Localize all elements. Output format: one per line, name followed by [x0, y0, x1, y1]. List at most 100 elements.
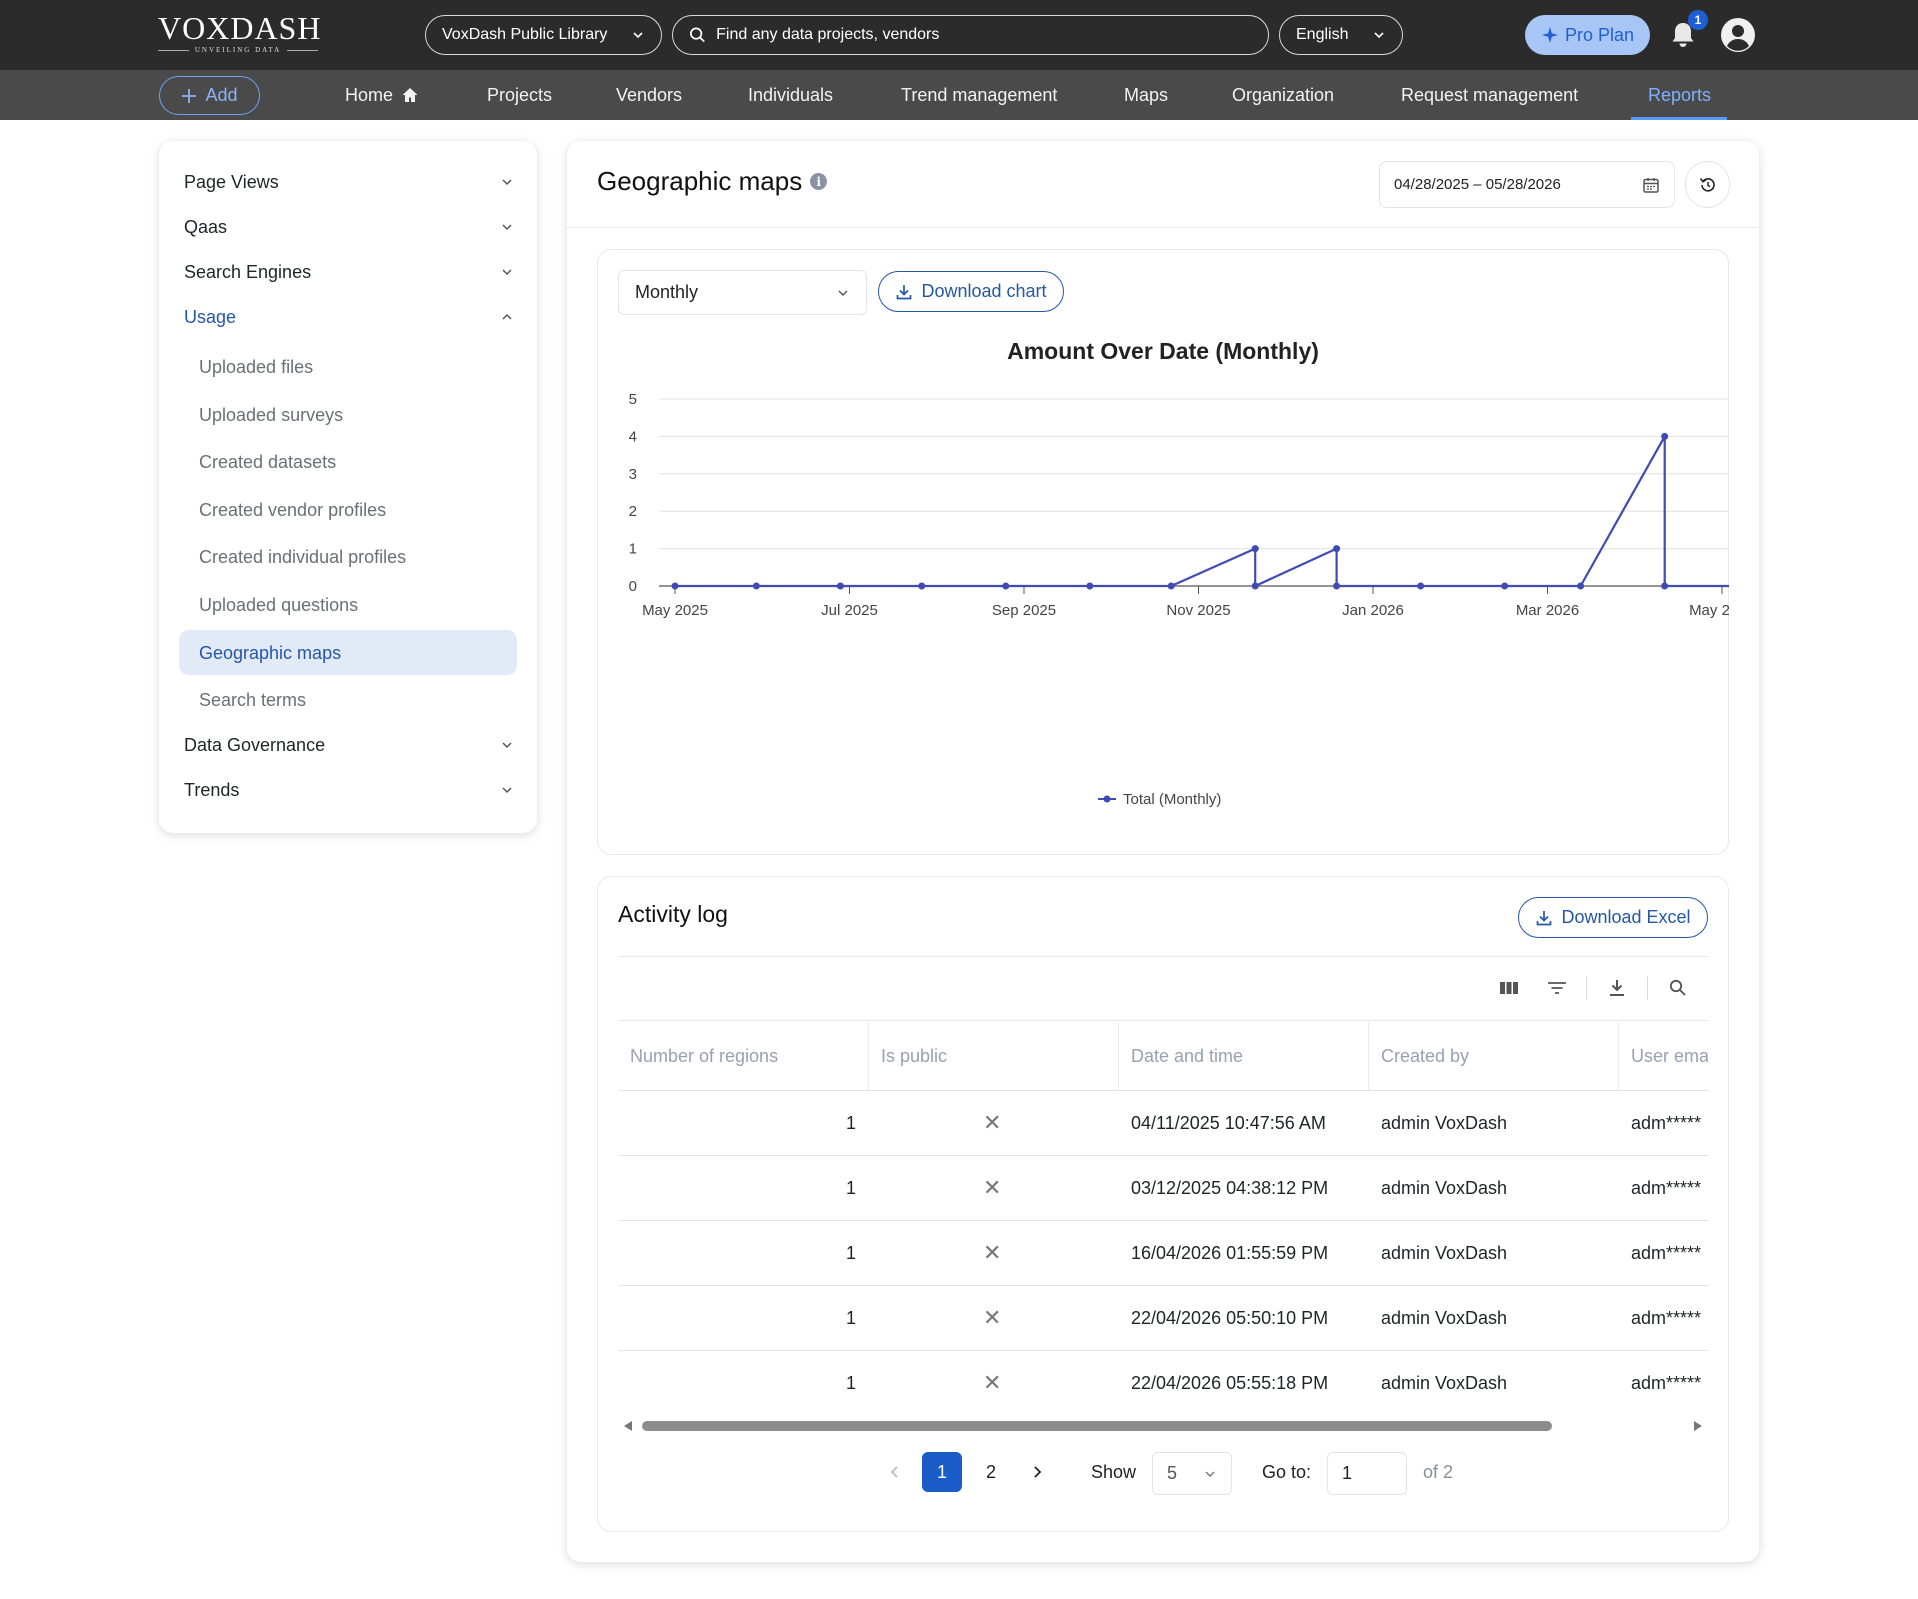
nav-maps[interactable]: Maps: [1124, 70, 1168, 120]
pro-plan-button[interactable]: Pro Plan: [1525, 15, 1650, 55]
export-icon[interactable]: [1604, 975, 1630, 1001]
data-point: [1333, 545, 1341, 553]
chart-legend[interactable]: Total (Monthly): [1098, 791, 1221, 808]
chart-title: Amount Over Date (Monthly): [1007, 338, 1319, 364]
col-header-created-by[interactable]: Created by: [1368, 1022, 1618, 1090]
reset-date-button[interactable]: [1685, 161, 1730, 208]
header-divider: [567, 227, 1759, 228]
table-row[interactable]: 1 ✕ 04/11/2025 10:47:56 AM admin VoxDash…: [618, 1090, 1708, 1155]
chart-grid: [659, 398, 1729, 587]
nav-vendors[interactable]: Vendors: [616, 70, 682, 120]
nav-trend-management[interactable]: Trend management: [901, 70, 1057, 120]
cell-regions: 1: [845, 1372, 856, 1393]
data-point: [752, 582, 760, 590]
main-nav: Add Home Projects Vendors Individuals Tr…: [0, 70, 1918, 120]
cell-datetime: 03/12/2025 04:38:12 PM: [1131, 1177, 1329, 1198]
goto-page-input[interactable]: [1342, 1463, 1392, 1484]
table-horizontal-scrollbar[interactable]: [618, 1418, 1708, 1434]
data-point: [1501, 582, 1509, 590]
data-point: [1251, 582, 1259, 590]
nav-organization[interactable]: Organization: [1232, 70, 1334, 120]
page-size-select[interactable]: 5: [1152, 1452, 1232, 1495]
sidebar-item-search-terms[interactable]: Search terms: [199, 685, 306, 715]
data-point: [1661, 432, 1669, 440]
date-range-value: 04/28/2025 – 05/28/2026: [1394, 176, 1561, 193]
logo[interactable]: VOXDASH UNVEILING DATA: [158, 10, 322, 58]
sidebar-section-qaas[interactable]: Qaas: [184, 212, 514, 242]
add-button[interactable]: Add: [159, 76, 260, 115]
global-search[interactable]: [672, 15, 1269, 55]
col-header-date-and-time[interactable]: Date and time: [1118, 1022, 1368, 1090]
columns-icon[interactable]: [1496, 975, 1522, 1001]
nav-individuals[interactable]: Individuals: [748, 70, 833, 120]
search-input[interactable]: [716, 26, 1252, 44]
toolbar-divider: [1647, 976, 1648, 1000]
page-button-2[interactable]: 2: [980, 1452, 1002, 1492]
sidebar-item-uploaded-files[interactable]: Uploaded files: [199, 352, 313, 382]
goto-page-field[interactable]: [1327, 1452, 1407, 1495]
chevron-down-icon: [502, 269, 512, 276]
date-range-picker[interactable]: 04/28/2025 – 05/28/2026: [1379, 161, 1675, 208]
library-select[interactable]: VoxDash Public Library: [425, 15, 662, 55]
chevron-down-icon: [838, 289, 848, 296]
sidebar-item-created-datasets[interactable]: Created datasets: [199, 447, 336, 477]
sidebar-item-uploaded-questions[interactable]: Uploaded questions: [199, 590, 358, 620]
pro-plan-label: Pro Plan: [1564, 24, 1635, 45]
sidebar-item-uploaded-surveys[interactable]: Uploaded surveys: [199, 400, 343, 430]
user-avatar-icon[interactable]: [1720, 17, 1756, 53]
sidebar-item-geographic-maps[interactable]: Geographic maps: [199, 638, 341, 668]
table-row[interactable]: 1 ✕ 03/12/2025 04:38:12 PM admin VoxDash…: [618, 1155, 1708, 1220]
notification-badge: 1: [1688, 10, 1708, 30]
scroll-left-arrow-icon[interactable]: [624, 1421, 632, 1431]
logo-text: VOXDASH: [158, 10, 322, 46]
table-row[interactable]: 1 ✕ 22/04/2026 05:55:18 PM admin VoxDash…: [618, 1350, 1708, 1415]
not-public-x-icon: ✕: [983, 1370, 1002, 1395]
x-tick-label: May 2026: [1689, 602, 1729, 619]
sidebar-section-page-views[interactable]: Page Views: [184, 167, 514, 197]
col-header-number-of-regions[interactable]: Number of regions: [618, 1022, 868, 1090]
table-row[interactable]: 1 ✕ 22/04/2026 05:50:10 PM admin VoxDash…: [618, 1285, 1708, 1350]
sidebar-section-trends[interactable]: Trends: [184, 775, 514, 805]
info-icon[interactable]: i: [810, 173, 828, 190]
download-excel-button[interactable]: Download Excel: [1518, 897, 1708, 938]
chevron-down-icon: [502, 224, 512, 231]
scroll-right-arrow-icon[interactable]: [1694, 1421, 1702, 1431]
toolbar-divider-line: [618, 1020, 1708, 1021]
nav-projects[interactable]: Projects: [487, 70, 552, 120]
total-pages-label: of 2: [1423, 1461, 1454, 1482]
language-select[interactable]: English: [1279, 15, 1403, 55]
nav-home[interactable]: Home: [345, 70, 419, 120]
y-tick-label: 2: [629, 503, 637, 520]
nav-reports[interactable]: Reports: [1648, 70, 1711, 120]
sidebar-section-usage[interactable]: Usage: [184, 302, 514, 332]
prev-page-chevron-left-icon[interactable]: [884, 1452, 906, 1492]
sidebar-item-created-individual-profiles[interactable]: Created individual profiles: [199, 542, 406, 572]
sparkle-icon: [1541, 27, 1558, 43]
table-search-icon[interactable]: [1665, 975, 1691, 1001]
data-point: [836, 582, 844, 590]
col-header-user-email[interactable]: User ema: [1618, 1022, 1708, 1090]
page-button-1[interactable]: 1: [922, 1452, 962, 1492]
sidebar-section-search-engines[interactable]: Search Engines: [184, 257, 514, 287]
col-header-is-public[interactable]: Is public: [868, 1022, 1118, 1090]
nav-request-management[interactable]: Request management: [1401, 70, 1578, 120]
home-icon: [402, 88, 418, 102]
activity-table: Number of regions Is public Date and tim…: [618, 1022, 1708, 1418]
goto-label: Go to:: [1262, 1461, 1312, 1482]
cell-regions: 1: [845, 1177, 856, 1198]
scrollbar-thumb[interactable]: [642, 1421, 1552, 1431]
activity-log-title: Activity log: [618, 901, 728, 927]
sidebar-section-data-governance[interactable]: Data Governance: [184, 730, 514, 760]
sidebar-item-created-vendor-profiles[interactable]: Created vendor profiles: [199, 495, 386, 525]
table-row[interactable]: 1 ✕ 16/04/2026 01:55:59 PM admin VoxDash…: [618, 1220, 1708, 1285]
period-select[interactable]: Monthly: [618, 270, 867, 315]
x-axis: May 2025 Jul 2025 Sep 2025 Nov 2025 Jan 2026…: [642, 586, 1729, 619]
download-chart-button[interactable]: Download chart: [878, 271, 1064, 312]
cell-email: adm*****: [1631, 1112, 1702, 1133]
download-excel-label: Download Excel: [1561, 907, 1691, 927]
chevron-down-icon: [1374, 32, 1384, 39]
page-title-text: Geographic maps: [597, 166, 803, 196]
filter-icon[interactable]: [1544, 975, 1570, 1001]
not-public-x-icon: ✕: [983, 1305, 1002, 1330]
next-page-chevron-right-icon[interactable]: [1026, 1452, 1048, 1492]
